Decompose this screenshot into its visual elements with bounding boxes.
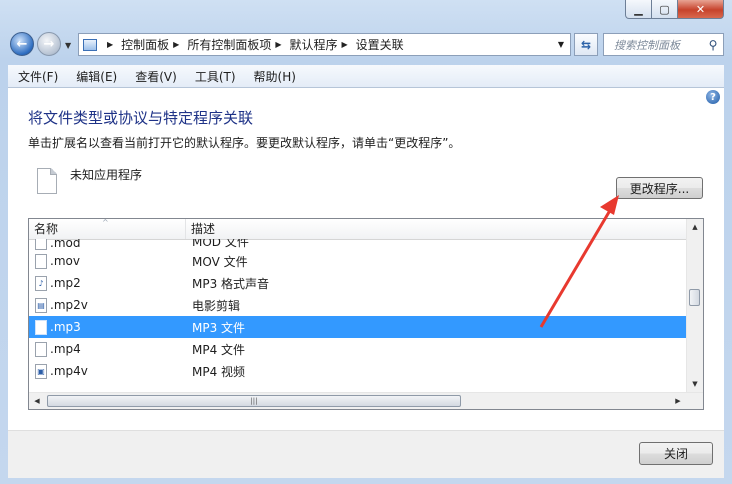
list-item[interactable]: .mp3 MP3 文件 [29,316,687,338]
breadcrumb-item-set-associations[interactable]: 设置关联 [356,36,404,53]
breadcrumb-item-default-programs[interactable]: 默认程序 [290,36,338,53]
horizontal-scrollbar[interactable]: ◀ ||| ▶ [29,392,703,409]
horizontal-scroll-thumb[interactable]: ||| [47,395,461,407]
scroll-right-icon[interactable]: ▶ [670,393,686,409]
breadcrumb-item-all-items[interactable]: 所有控制面板项 [187,36,271,53]
breadcrumb: ▶ 控制面板 ▶ 所有控制面板项 ▶ 默认程序 ▶ 设置关联 [103,36,404,53]
description-cell: MOD 文件 [192,239,249,249]
close-window-button[interactable]: ✕ [678,0,724,19]
media-file-icon: ▣ [35,363,47,379]
breadcrumb-separator-icon[interactable]: ▶ [342,40,348,49]
search-input[interactable]: 搜索控制面板 [604,37,703,53]
search-icon[interactable]: ⚲ [703,38,723,52]
vertical-scroll-thumb[interactable] [689,289,700,306]
list-item[interactable]: .mod MOD 文件 [29,239,687,250]
minimize-button[interactable]: ▁ [625,0,652,19]
audio-file-icon: ♪ [35,275,47,291]
extension-label: .mp4v [50,364,88,378]
main-content: ? 将文件类型或协议与特定程序关联 单击扩展名以查看当前打开它的默认程序。要更改… [8,88,724,430]
extension-label: .mp3 [50,320,81,334]
address-dropdown-icon[interactable]: ▼ [558,40,564,49]
blank-file-icon [35,319,47,335]
history-dropdown-icon[interactable]: ▼ [65,41,71,50]
refresh-icon: ⇆ [580,37,592,52]
back-button[interactable]: ← [10,32,34,56]
menu-file[interactable]: 文件(F) [8,68,66,85]
menu-view[interactable]: 查看(V) [125,68,185,85]
back-arrow-icon: ← [16,36,28,52]
description-cell: MP3 格式声音 [192,276,270,291]
page-title: 将文件类型或协议与特定程序关联 [28,109,254,127]
extension-label: .mov [50,254,80,268]
extension-label: .mp4 [50,342,81,356]
page-description: 单击扩展名以查看当前打开它的默认程序。要更改默认程序，请单击“更改程序”。 [28,136,461,150]
forward-arrow-icon: → [43,36,55,52]
address-bar[interactable]: ▶ 控制面板 ▶ 所有控制面板项 ▶ 默认程序 ▶ 设置关联 ▼ [78,33,571,56]
menu-help[interactable]: 帮助(H) [244,68,304,85]
menu-tools[interactable]: 工具(T) [185,68,244,85]
extension-cell: .mp4 [29,341,186,357]
breadcrumb-separator-icon[interactable]: ▶ [107,40,113,49]
list-item[interactable]: ▤ .mp2v 电影剪辑 [29,294,687,316]
list-item[interactable]: .mp4 MP4 文件 [29,338,687,360]
scroll-down-icon[interactable]: ▼ [687,376,703,392]
maximize-button[interactable]: ▢ [652,0,678,19]
breadcrumb-separator-icon[interactable]: ▶ [173,40,179,49]
vertical-scrollbar[interactable]: ▲ ▼ [686,219,703,392]
list-item[interactable]: ♪ .mp2 MP3 格式声音 [29,272,687,294]
change-program-button[interactable]: 更改程序... [616,177,703,199]
blank-file-icon [35,341,47,357]
window-frame: ▁ ▢ ✕ ← → ▼ ▶ 控制面板 ▶ 所有控制面板项 ▶ 默认程序 ▶ 设置… [0,0,732,484]
scroll-up-icon[interactable]: ▲ [687,219,703,235]
help-icon[interactable]: ? [706,90,720,104]
blank-file-icon [35,253,47,269]
blank-file-icon [35,239,47,250]
list-item[interactable]: .mov MOV 文件 [29,250,687,272]
extension-cell: ▤ .mp2v [29,297,186,313]
file-type-list[interactable]: ^ 名称 描述 .mod MOD 文件 .mov MOV 文件 ♪ .mp2 MP3 格式声音… [28,218,704,410]
control-panel-icon [83,38,97,51]
extension-cell: .mod [29,239,186,250]
scroll-left-icon[interactable]: ◀ [29,393,45,409]
sort-ascending-icon: ^ [102,218,109,227]
list-rows: .mod MOD 文件 .mov MOV 文件 ♪ .mp2 MP3 格式声音 ▤ .mp2v 电… [29,239,687,382]
current-program-name: 未知应用程序 [70,168,143,182]
extension-label: .mod [50,239,81,250]
breadcrumb-separator-icon[interactable]: ▶ [275,40,281,49]
breadcrumb-item-control-panel[interactable]: 控制面板 [121,36,169,53]
caption-buttons: ▁ ▢ ✕ [625,0,724,19]
description-cell: MP4 视频 [192,364,246,379]
menu-bar: 文件(F) 编辑(E) 查看(V) 工具(T) 帮助(H) [8,65,724,88]
refresh-button[interactable]: ⇆ [574,33,598,56]
extension-cell: ▣ .mp4v [29,363,186,379]
extension-cell: .mov [29,253,186,269]
extension-label: .mp2v [50,298,88,312]
column-header-description[interactable]: 描述 [186,219,215,239]
close-button[interactable]: 关闭 [639,442,713,465]
extension-cell: .mp3 [29,319,186,335]
list-header: ^ 名称 描述 [29,219,687,240]
menu-edit[interactable]: 编辑(E) [66,68,125,85]
column-header-name[interactable]: ^ 名称 [29,219,186,239]
extension-label: .mp2 [50,276,81,290]
description-cell: 电影剪辑 [192,298,241,313]
video-file-icon: ▤ [35,297,47,313]
description-cell: MP3 文件 [192,320,246,335]
footer-bar: 关闭 [8,430,724,478]
description-cell: MP4 文件 [192,342,246,357]
forward-button[interactable]: → [37,32,61,56]
list-item[interactable]: ▣ .mp4v MP4 视频 [29,360,687,382]
blank-file-icon [37,168,57,194]
description-cell: MOV 文件 [192,254,248,269]
search-box[interactable]: 搜索控制面板 ⚲ [603,33,724,56]
extension-cell: ♪ .mp2 [29,275,186,291]
